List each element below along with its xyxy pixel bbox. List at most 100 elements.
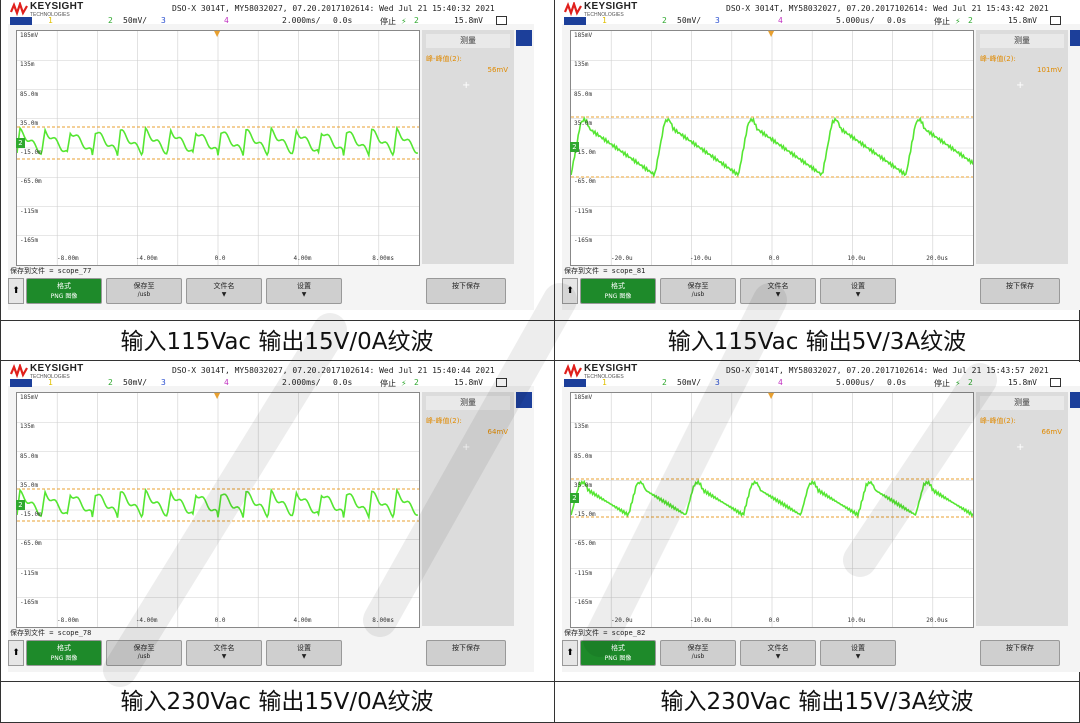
format-softkey[interactable]: 格式 PNG 图像 — [26, 278, 102, 304]
add-measurement-icon[interactable]: + — [462, 80, 470, 91]
y-axis-label: 135m — [20, 61, 35, 69]
scope-panel-3: KEYSIGHT TECHNOLOGIES DSO-X 3014T, MY58032… — [8, 362, 534, 672]
x-axis-label: 4.00m — [293, 255, 312, 262]
format-softkey-label: 格式 — [57, 282, 71, 290]
measurement-label: 峰-峰值(2): — [980, 55, 1016, 63]
timebase-value: 5.000us/ — [836, 378, 875, 387]
save-filename: 保存到文件 = scope_81 — [564, 267, 646, 275]
save-filename-row: 保存到文件 = scope_82 — [562, 628, 1080, 638]
press-to-save-softkey[interactable]: 按下保存 — [426, 640, 506, 666]
scope-panel-4: KEYSIGHT TECHNOLOGIES DSO-X 3014T, MY58032… — [562, 362, 1080, 672]
window-icon — [496, 16, 507, 25]
trigger-position-marker: ▼ — [768, 391, 775, 400]
trigger-level: 15.8mV — [1008, 378, 1037, 387]
instrument-info: DSO-X 3014T, MY58032027, 07.20.201710261… — [726, 4, 1049, 13]
channel-2-scale: 50mV/ — [123, 378, 148, 387]
waveform-display: 185mV 135m 85.0m 35.0m -15.0m -65.0m -115m -165… — [16, 29, 420, 266]
settings-softkey[interactable]: 设置 ▼ — [266, 640, 342, 666]
y-axis-label: 85.0m — [574, 452, 593, 460]
save-to-softkey-value: /usb — [137, 653, 151, 660]
measurement-label: 峰-峰值(2): — [426, 55, 462, 63]
channel-4-indicator: 4 — [778, 378, 783, 387]
save-filename-row: 保存到文件 = scope_77 — [8, 266, 534, 276]
panel-expand-button[interactable] — [1070, 30, 1080, 46]
y-axis-label: -115m — [574, 569, 593, 577]
add-measurement-icon[interactable]: + — [462, 442, 470, 453]
press-to-save-softkey[interactable]: 按下保存 — [426, 278, 506, 304]
measurement-value: 101mV — [1037, 66, 1062, 74]
measurement-header[interactable]: 测量 — [980, 34, 1064, 48]
back-arrow-button[interactable]: ⬆ — [562, 640, 578, 666]
channel-2-ground-marker: 2 — [570, 493, 579, 503]
save-to-softkey[interactable]: 保存至/usb — [106, 278, 182, 304]
down-arrow-icon: ▼ — [221, 653, 227, 660]
caption-2: 输入115Vac 输出5V/3A纹波 — [667, 329, 967, 355]
delay-value: 0.0s — [887, 378, 907, 387]
add-measurement-icon[interactable]: + — [1016, 442, 1024, 453]
save-to-softkey-label: 保存至 — [133, 282, 155, 290]
press-to-save-softkey-label: 按下保存 — [1006, 644, 1034, 652]
save-filename: 保存到文件 = scope_77 — [10, 267, 92, 275]
timebase-value: 5.000us/ — [836, 16, 875, 25]
trigger-level: 15.8mV — [454, 378, 483, 387]
channel-3-indicator: 3 — [715, 378, 720, 387]
filename-softkey[interactable]: 文件名 ▼ — [186, 278, 262, 304]
press-to-save-softkey[interactable]: 按下保存 — [980, 640, 1060, 666]
delay-value: 0.0s — [333, 16, 353, 25]
format-softkey[interactable]: 格式 PNG 图像 — [580, 278, 656, 304]
add-measurement-icon[interactable]: + — [1016, 80, 1024, 91]
format-softkey[interactable]: 格式 PNG 图像 — [580, 640, 656, 666]
trigger-position-marker: ▼ — [214, 29, 221, 38]
back-arrow-button[interactable]: ⬆ — [8, 278, 24, 304]
brand-name: KEYSIGHT — [584, 1, 638, 12]
format-softkey-label: 格式 — [611, 282, 625, 290]
filename-softkey[interactable]: 文件名 ▼ — [740, 640, 816, 666]
down-arrow-icon: ▼ — [775, 291, 781, 298]
waveform-grid — [571, 393, 973, 627]
panel-expand-button[interactable] — [1070, 392, 1080, 408]
measurement-header[interactable]: 测量 — [426, 396, 510, 410]
window-icon — [496, 378, 507, 387]
filename-softkey[interactable]: 文件名 ▼ — [740, 278, 816, 304]
format-softkey[interactable]: 格式 PNG 图像 — [26, 640, 102, 666]
save-filename: 保存到文件 = scope_82 — [564, 629, 646, 637]
trigger-level: 15.8mV — [454, 16, 483, 25]
filename-softkey-label: 文件名 — [767, 644, 789, 652]
panel-expand-button[interactable] — [516, 30, 532, 46]
y-axis-label: 135m — [574, 423, 589, 431]
grid-border-left — [0, 0, 1, 723]
panel-expand-button[interactable] — [516, 392, 532, 408]
settings-softkey[interactable]: 设置 ▼ — [266, 278, 342, 304]
down-arrow-icon: ▼ — [301, 653, 307, 660]
measurement-header[interactable]: 测量 — [426, 34, 510, 48]
format-softkey-label: 格式 — [57, 644, 71, 652]
save-to-softkey[interactable]: 保存至/usb — [106, 640, 182, 666]
delay-value: 0.0s — [887, 16, 907, 25]
measurement-panel: 测量 峰-峰值(2): 56mV + — [422, 30, 514, 264]
trigger-icon: ⚡ — [955, 17, 961, 26]
y-axis-label: -165m — [574, 236, 593, 244]
save-to-softkey-label: 保存至 — [687, 282, 709, 290]
save-to-softkey[interactable]: 保存至/usb — [660, 278, 736, 304]
settings-softkey[interactable]: 设置 ▼ — [820, 640, 896, 666]
x-axis-label: 10.0u — [847, 617, 866, 624]
down-arrow-icon: ▼ — [301, 291, 307, 298]
channel-4-indicator: 4 — [224, 378, 229, 387]
channel-3-indicator: 3 — [161, 378, 166, 387]
softkey-bar: ⬆ 格式 PNG 图像 保存至/usb 文件名 ▼ 设置 ▼ 按下保存 — [8, 640, 534, 668]
acquisition-state: 停止 — [934, 379, 950, 388]
grid-divider-1 — [0, 320, 1080, 321]
format-softkey-value: PNG 图像 — [50, 293, 78, 300]
press-to-save-softkey[interactable]: 按下保存 — [980, 278, 1060, 304]
trigger-icon: ⚡ — [401, 17, 407, 26]
trigger-level: 15.8mV — [1008, 16, 1037, 25]
settings-softkey[interactable]: 设置 ▼ — [820, 278, 896, 304]
back-arrow-button[interactable]: ⬆ — [8, 640, 24, 666]
filename-softkey[interactable]: 文件名 ▼ — [186, 640, 262, 666]
measurement-header[interactable]: 测量 — [980, 396, 1064, 410]
trigger-position-marker: ▼ — [768, 29, 775, 38]
save-to-softkey[interactable]: 保存至/usb — [660, 640, 736, 666]
back-arrow-button[interactable]: ⬆ — [562, 278, 578, 304]
keysight-logo-icon — [564, 364, 582, 378]
x-axis-label: 20.0us — [926, 255, 948, 262]
